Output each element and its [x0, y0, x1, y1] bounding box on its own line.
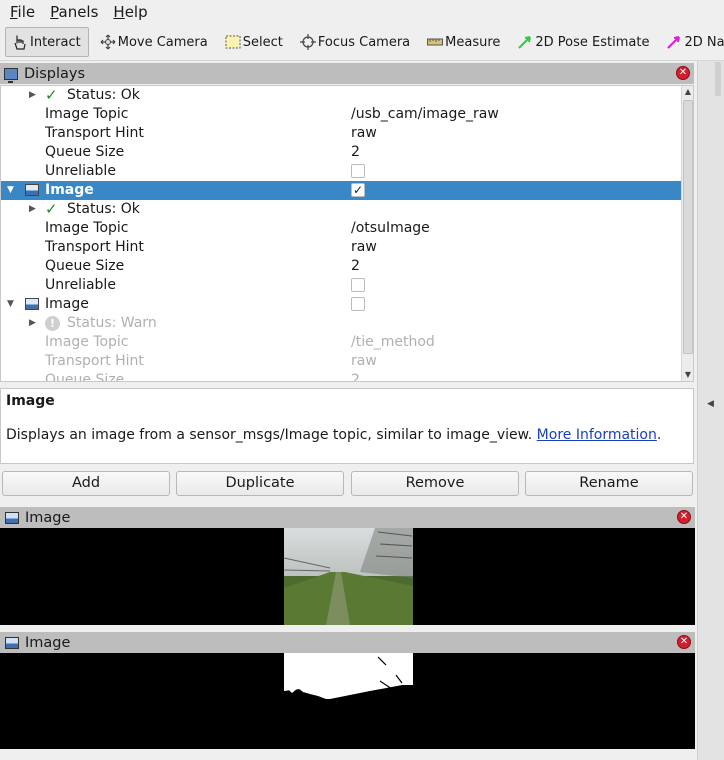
duplicate-button[interactable]: Duplicate	[176, 471, 344, 496]
green-arrow-icon	[516, 33, 534, 51]
toolbar: Interact Move Camera Select Focus Camera…	[0, 24, 724, 61]
image-panel-header: Image ✕	[0, 507, 695, 528]
tree-row-image-topic[interactable]: Image Topic /tie_method	[1, 333, 681, 352]
tree-row-queue-size[interactable]: Queue Size 2	[1, 371, 681, 381]
tree-row-transport-hint[interactable]: Transport Hint raw	[1, 238, 681, 257]
description-text: Displays an image from a sensor_msgs/Ima…	[6, 427, 662, 443]
select-tool-button[interactable]: Select	[218, 27, 289, 57]
menu-panels[interactable]: Panels	[40, 0, 103, 24]
unreliable-checkbox[interactable]	[351, 278, 365, 292]
displays-panel-header: Displays ✕	[0, 63, 694, 84]
magenta-arrow-icon	[665, 33, 683, 51]
camera-image	[283, 528, 413, 625]
description-panel: Image Displays an image from a sensor_ms…	[0, 388, 694, 464]
right-dock-strip: ◀	[697, 61, 724, 760]
display-enabled-checkbox[interactable]: ✓	[351, 183, 365, 197]
tree-row-image-topic[interactable]: Image Topic /otsuImage	[1, 219, 681, 238]
focus-crosshair-icon	[299, 33, 317, 51]
tree-row-status[interactable]: ▶ ✓ Status: Ok	[1, 86, 681, 105]
tree-row-image-topic[interactable]: Image Topic /usb_cam/image_raw	[1, 105, 681, 124]
image-view-otsu[interactable]	[0, 653, 695, 749]
expand-arrow-icon[interactable]: ▶	[29, 86, 36, 105]
image-panel-header: Image ✕	[0, 632, 695, 653]
monitor-icon	[4, 67, 18, 83]
collapse-arrow-icon[interactable]: ▼	[7, 181, 14, 200]
expand-arrow-icon[interactable]: ▶	[29, 314, 36, 333]
image-icon	[5, 511, 19, 524]
focus-camera-tool-button[interactable]: Focus Camera	[293, 27, 416, 57]
tree-scrollbar[interactable]: ▲ ▼	[681, 86, 693, 381]
expand-arrow-icon[interactable]: ▶	[29, 200, 36, 219]
warn-icon: !	[45, 316, 60, 331]
menu-file[interactable]: File	[0, 0, 40, 24]
image-display-icon	[25, 184, 39, 196]
close-icon[interactable]: ✕	[676, 66, 690, 80]
tree-row-queue-size[interactable]: Queue Size 2	[1, 143, 681, 162]
scrollbar-thumb[interactable]	[683, 100, 693, 354]
image-display-icon	[25, 298, 39, 310]
scroll-up-icon[interactable]: ▲	[682, 86, 693, 98]
tree-row-status[interactable]: ▶ ! Status: Warn	[1, 314, 681, 333]
tree-row-unreliable[interactable]: Unreliable	[1, 162, 681, 181]
ruler-icon	[426, 33, 444, 51]
rename-button[interactable]: Rename	[525, 471, 693, 496]
check-icon: ✓	[45, 200, 58, 218]
2d-nav-goal-tool-button[interactable]: 2D Nav Goal	[659, 27, 724, 57]
tree-row-unreliable[interactable]: Unreliable	[1, 276, 681, 295]
display-enabled-checkbox[interactable]	[351, 297, 365, 311]
image-view-camera[interactable]	[0, 528, 695, 625]
otsu-image	[284, 653, 413, 699]
tree-row-display-image[interactable]: ▼ Image ✓	[1, 181, 681, 200]
check-icon: ✓	[45, 86, 58, 104]
displays-panel-title: Displays	[24, 65, 86, 82]
description-title: Image	[6, 393, 55, 409]
2d-pose-estimate-tool-button[interactable]: 2D Pose Estimate	[510, 27, 655, 57]
menubar: File Panels Help	[0, 0, 724, 24]
hand-pointer-icon	[11, 33, 29, 51]
interact-tool-button[interactable]: Interact	[5, 27, 89, 57]
displays-tree: ▶ ✓ Status: Ok Image Topic /usb_cam/imag…	[0, 85, 694, 382]
tree-row-transport-hint[interactable]: Transport Hint raw	[1, 352, 681, 371]
tree-row-queue-size[interactable]: Queue Size 2	[1, 257, 681, 276]
more-information-link[interactable]: More Information	[537, 427, 657, 443]
add-button[interactable]: Add	[2, 471, 170, 496]
select-box-icon	[224, 33, 242, 51]
close-icon[interactable]: ✕	[677, 635, 691, 649]
measure-tool-button[interactable]: Measure	[420, 27, 506, 57]
collapse-arrow-icon[interactable]: ▼	[7, 295, 14, 314]
image-icon	[5, 636, 19, 649]
close-icon[interactable]: ✕	[677, 510, 691, 524]
collapse-left-icon[interactable]: ◀	[707, 399, 714, 409]
tree-row-status[interactable]: ▶ ✓ Status: Ok	[1, 200, 681, 219]
scroll-down-icon[interactable]: ▼	[682, 369, 693, 381]
tree-row-transport-hint[interactable]: Transport Hint raw	[1, 124, 681, 143]
menu-help[interactable]: Help	[103, 0, 152, 24]
move-camera-tool-button[interactable]: Move Camera	[93, 27, 214, 57]
right-dock-scrollbar[interactable]	[715, 62, 721, 96]
move-camera-icon	[99, 33, 117, 51]
unreliable-checkbox[interactable]	[351, 164, 365, 178]
tree-row-display-image[interactable]: ▼ Image	[1, 295, 681, 314]
remove-button[interactable]: Remove	[351, 471, 519, 496]
